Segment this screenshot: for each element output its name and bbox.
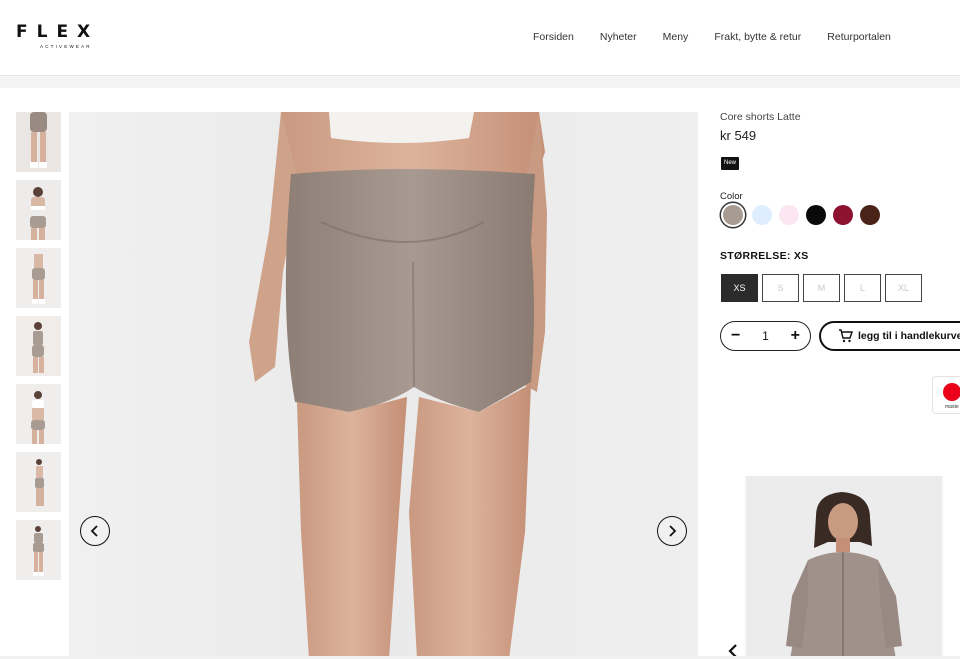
nav-item-frakt[interactable]: Frakt, bytte & retur bbox=[714, 31, 801, 43]
nav-item-meny[interactable]: Meny bbox=[663, 31, 689, 43]
color-swatch-brown[interactable] bbox=[860, 205, 880, 225]
thumbnail-5[interactable] bbox=[16, 384, 61, 444]
color-swatch-black[interactable] bbox=[806, 205, 826, 225]
logo-wordmark: FLEX bbox=[16, 22, 100, 42]
add-to-cart-button[interactable]: legg til i handlekurven bbox=[819, 321, 960, 351]
color-label: Color bbox=[720, 191, 743, 202]
thumbnail-1[interactable] bbox=[16, 112, 61, 172]
recommended-product-image[interactable] bbox=[746, 476, 942, 659]
qty-decrease-button[interactable]: − bbox=[731, 328, 740, 344]
size-options: XS S M L XL bbox=[721, 274, 926, 302]
new-badge: New bbox=[721, 157, 740, 170]
product-title: Core shorts Latte bbox=[720, 111, 801, 123]
chevron-left-icon bbox=[90, 525, 98, 537]
color-swatches bbox=[721, 205, 887, 225]
thumbnail-2[interactable] bbox=[16, 180, 61, 240]
payment-text: maste bbox=[945, 404, 959, 410]
color-swatch-light-blue[interactable] bbox=[752, 205, 772, 225]
nav-item-nyheter[interactable]: Nyheter bbox=[600, 31, 637, 43]
nav-item-returportalen[interactable]: Returportalen bbox=[827, 31, 891, 43]
thumbnail-7[interactable] bbox=[16, 520, 61, 580]
mastercard-payment-icon: maste bbox=[932, 376, 960, 414]
size-option-xs[interactable]: XS bbox=[721, 274, 758, 302]
add-to-cart-label: legg til i handlekurven bbox=[858, 330, 960, 342]
qty-value[interactable]: 1 bbox=[762, 329, 769, 343]
product-price: kr 549 bbox=[720, 128, 757, 143]
chevron-right-icon bbox=[669, 525, 677, 537]
color-swatch-light-pink[interactable] bbox=[779, 205, 799, 225]
size-option-m[interactable]: M bbox=[803, 274, 840, 302]
header-divider-strip bbox=[0, 77, 960, 88]
size-option-l[interactable]: L bbox=[844, 274, 881, 302]
color-swatch-latte[interactable] bbox=[723, 205, 743, 225]
gallery-next-button[interactable] bbox=[657, 516, 687, 546]
thumbnail-4[interactable] bbox=[16, 316, 61, 376]
thumbnail-list bbox=[16, 112, 61, 588]
thumbnail-3[interactable] bbox=[16, 248, 61, 308]
size-option-xl[interactable]: XL bbox=[885, 274, 922, 302]
mastercard-circle bbox=[943, 383, 960, 401]
site-header: FLEX ACTIVEWEAR Forsiden Nyheter Meny Fr… bbox=[0, 0, 960, 76]
size-option-s[interactable]: S bbox=[762, 274, 799, 302]
flex-logo[interactable]: FLEX ACTIVEWEAR bbox=[16, 22, 100, 50]
size-label: STØRRELSE: XS bbox=[720, 250, 809, 262]
qty-increase-button[interactable]: + bbox=[791, 328, 800, 344]
thumbnail-6[interactable] bbox=[16, 452, 61, 512]
main-product-image bbox=[69, 112, 698, 659]
gallery-prev-button[interactable] bbox=[80, 516, 110, 546]
quantity-stepper: − 1 + bbox=[720, 321, 811, 351]
cart-icon bbox=[839, 329, 853, 343]
main-nav: Forsiden Nyheter Meny Frakt, bytte & ret… bbox=[533, 31, 917, 43]
nav-item-forsiden[interactable]: Forsiden bbox=[533, 31, 574, 43]
logo-tagline: ACTIVEWEAR bbox=[40, 44, 92, 49]
color-swatch-burgundy[interactable] bbox=[833, 205, 853, 225]
